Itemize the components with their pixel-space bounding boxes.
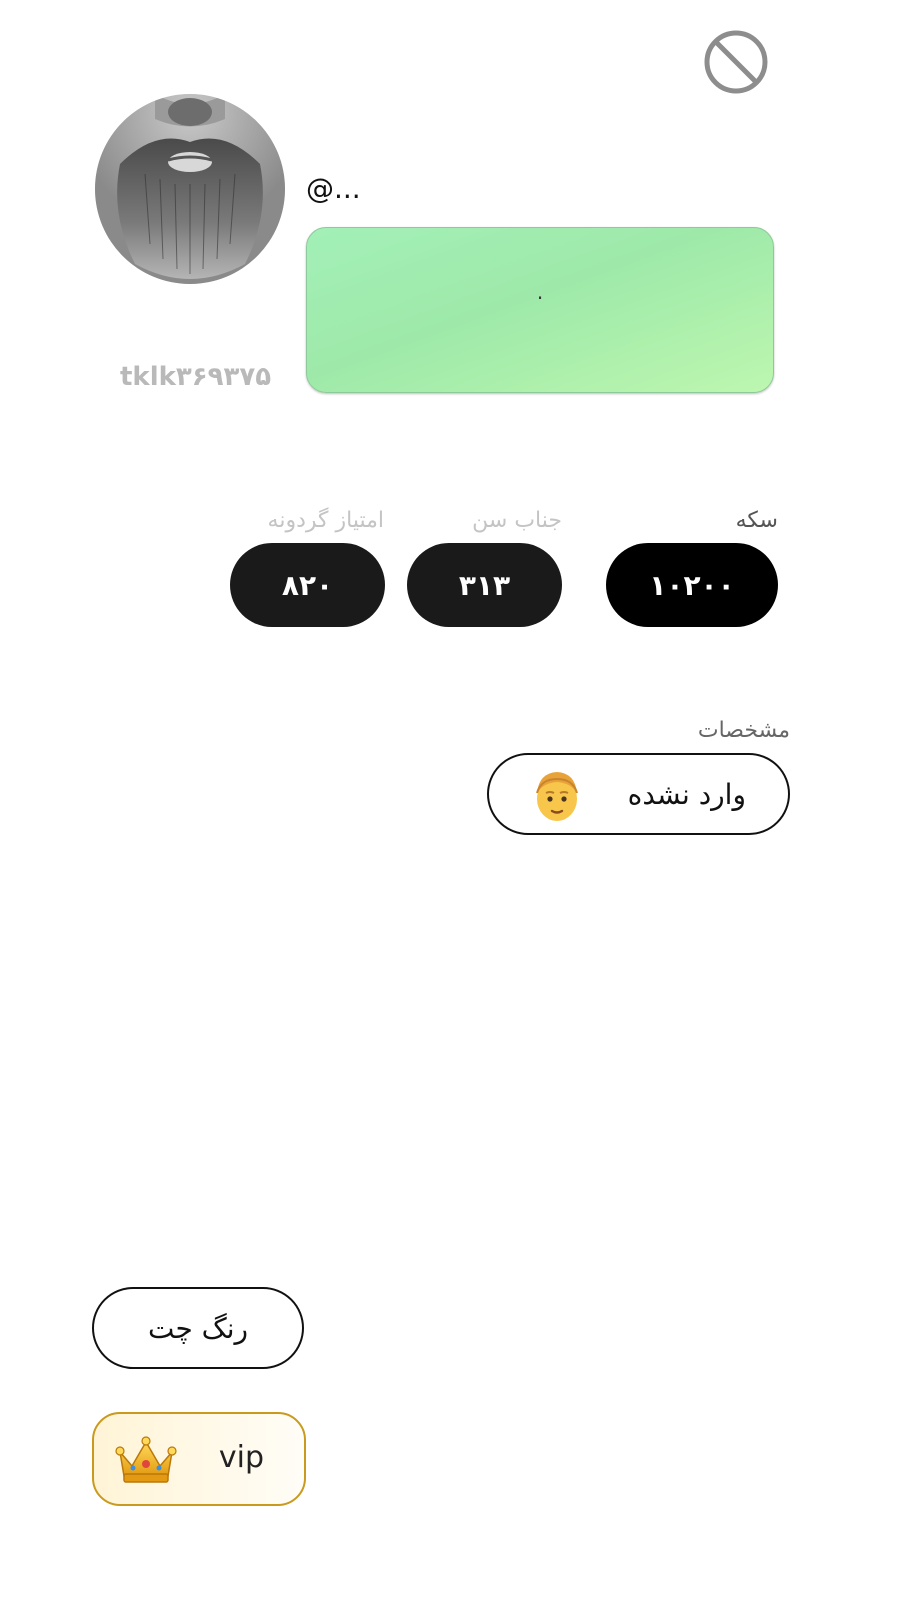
gender-value: وارد نشده <box>627 777 746 811</box>
vip-button[interactable]: vip <box>92 1412 306 1506</box>
bio-text: . <box>536 280 544 304</box>
details-section-label: مشخصات <box>697 718 790 743</box>
age-value[interactable]: ۳۱۳ <box>407 543 562 627</box>
user-id: tklk۳۶۹۳۷۵ <box>120 362 272 392</box>
coins-label: سکه <box>735 508 778 533</box>
bio-card: . <box>306 227 774 393</box>
vip-label: vip <box>218 1440 264 1475</box>
man-emoji-icon <box>531 767 583 825</box>
crown-icon <box>114 1434 178 1486</box>
coins-value[interactable]: ۱۰۲۰۰ <box>606 543 778 627</box>
chat-color-button[interactable]: رنگ چت <box>92 1287 304 1369</box>
username-handle: @... <box>306 172 361 205</box>
wheel-points-value[interactable]: ۸۲۰ <box>230 543 385 627</box>
wheel-points-label: امتیاز گردونه <box>267 508 384 533</box>
avatar[interactable] <box>95 94 285 284</box>
block-icon[interactable] <box>703 29 769 95</box>
age-label: جناب سن <box>472 508 562 533</box>
gender-pill[interactable]: وارد نشده <box>487 753 790 835</box>
